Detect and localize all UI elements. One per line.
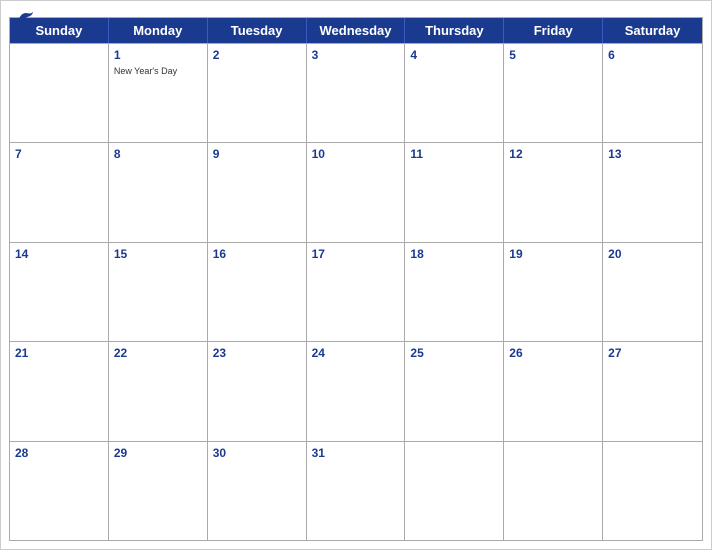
day-cell-8: 8: [109, 143, 208, 241]
day-number: 5: [509, 47, 597, 64]
day-cell-2: 2: [208, 44, 307, 142]
day-cell-16: 16: [208, 243, 307, 341]
week-row-3: 14 15 16 17 18 19 20: [10, 242, 702, 341]
day-cell-1: 1 New Year's Day: [109, 44, 208, 142]
day-number: 8: [114, 146, 202, 163]
calendar-page: SundayMondayTuesdayWednesdayThursdayFrid…: [0, 0, 712, 550]
day-number: 10: [312, 146, 400, 163]
day-cell-21: 21: [10, 342, 109, 440]
day-cell-19: 19: [504, 243, 603, 341]
day-cell-28: 28: [10, 442, 109, 540]
day-cell-15: 15: [109, 243, 208, 341]
week-row-2: 789 10 11 12 13: [10, 142, 702, 241]
day-number: 4: [410, 47, 498, 64]
holiday-label: New Year's Day: [114, 66, 202, 78]
day-number: 15: [114, 246, 202, 263]
day-cell-29: 29: [109, 442, 208, 540]
day-cell-9: 9: [208, 143, 307, 241]
day-number: 24: [312, 345, 400, 362]
day-headers-row: SundayMondayTuesdayWednesdayThursdayFrid…: [10, 18, 702, 43]
day-cell-6: 6: [603, 44, 702, 142]
day-cell-7: 7: [10, 143, 109, 241]
day-cell-3: 3: [307, 44, 406, 142]
day-header-friday: Friday: [504, 18, 603, 43]
calendar-weeks: 1New Year's Day2345678910111213141516171…: [10, 43, 702, 540]
calendar-grid: SundayMondayTuesdayWednesdayThursdayFrid…: [9, 17, 703, 541]
day-number: 1: [114, 47, 202, 64]
day-number: 31: [312, 445, 400, 462]
day-number: 19: [509, 246, 597, 263]
day-cell-10: 10: [307, 143, 406, 241]
day-cell-23: 23: [208, 342, 307, 440]
day-cell-31: 31: [307, 442, 406, 540]
day-cell-27: 27: [603, 342, 702, 440]
day-cell-5: 5: [504, 44, 603, 142]
day-number: 13: [608, 146, 697, 163]
day-cell-11: 11: [405, 143, 504, 241]
day-cell-13: 13: [603, 143, 702, 241]
day-number: 21: [15, 345, 103, 362]
day-header-thursday: Thursday: [405, 18, 504, 43]
week-row-4: 21 22 23 24 25 26 27: [10, 341, 702, 440]
day-number: 17: [312, 246, 400, 263]
day-number: 16: [213, 246, 301, 263]
day-number: 26: [509, 345, 597, 362]
logo-blue-area: [17, 9, 37, 23]
day-number: 29: [114, 445, 202, 462]
day-number: 7: [15, 146, 103, 163]
day-number: 25: [410, 345, 498, 362]
day-number: 12: [509, 146, 597, 163]
logo-area: [17, 9, 37, 23]
day-cell-empty: [603, 442, 702, 540]
day-header-saturday: Saturday: [603, 18, 702, 43]
logo-bird-icon: [17, 9, 35, 23]
day-cell-18: 18: [405, 243, 504, 341]
day-cell-22: 22: [109, 342, 208, 440]
day-header-tuesday: Tuesday: [208, 18, 307, 43]
day-number: 14: [15, 246, 103, 263]
day-cell-4: 4: [405, 44, 504, 142]
day-number: 6: [608, 47, 697, 64]
day-cell-14: 14: [10, 243, 109, 341]
day-cell-20: 20: [603, 243, 702, 341]
day-cell-12: 12: [504, 143, 603, 241]
day-cell-24: 24: [307, 342, 406, 440]
day-header-wednesday: Wednesday: [307, 18, 406, 43]
day-number: 30: [213, 445, 301, 462]
week-row-1: 1 New Year's Day 23456: [10, 43, 702, 142]
day-header-monday: Monday: [109, 18, 208, 43]
day-cell-17: 17: [307, 243, 406, 341]
day-number: 11: [410, 146, 498, 163]
week-row-5: 28 29 30 31: [10, 441, 702, 540]
day-number: 3: [312, 47, 400, 64]
day-cell-empty: [405, 442, 504, 540]
day-number: 20: [608, 246, 697, 263]
day-cell-30: 30: [208, 442, 307, 540]
day-cell-26: 26: [504, 342, 603, 440]
day-number: 23: [213, 345, 301, 362]
day-number: 18: [410, 246, 498, 263]
day-cell-empty: [504, 442, 603, 540]
day-cell-empty: [10, 44, 109, 142]
day-number: 2: [213, 47, 301, 64]
day-number: 22: [114, 345, 202, 362]
day-number: 9: [213, 146, 301, 163]
day-number: 27: [608, 345, 697, 362]
day-number: 28: [15, 445, 103, 462]
calendar-header: [1, 1, 711, 17]
day-cell-25: 25: [405, 342, 504, 440]
